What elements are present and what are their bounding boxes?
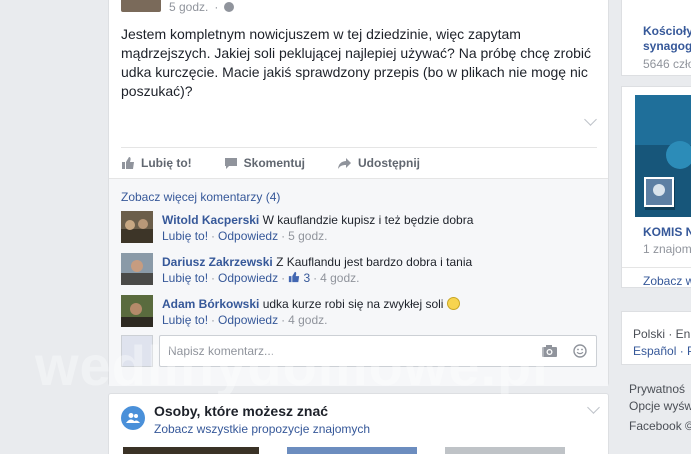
comment-item: Adam Bórkowski udka kurze robi się na zw… [121, 295, 591, 331]
language-card: Polski · En Español · P [621, 311, 691, 365]
comment-reply-link[interactable]: Odpowiedz [218, 271, 278, 285]
comment-like-count[interactable]: 3 [303, 271, 310, 285]
avatar[interactable] [121, 295, 153, 327]
post-timestamp[interactable]: 5 godz. [169, 0, 208, 14]
chevron-down-icon[interactable] [587, 401, 600, 414]
post-card: 5 godz. · Jestem kompletnym nowicjuszem … [108, 0, 609, 386]
comment-item: Dariusz Zakrzewski Z Kauflandu jest bard… [121, 253, 591, 289]
comment-reply-link[interactable]: Odpowiedz [218, 313, 278, 327]
current-user-avatar [121, 335, 153, 367]
emoji-icon[interactable] [573, 344, 587, 358]
globe-icon [224, 2, 235, 12]
comment-like-link[interactable]: Lubię to! [162, 313, 208, 327]
share-button[interactable]: Udostępnij [337, 156, 420, 170]
language-links[interactable]: Polski · En [633, 327, 690, 341]
comment-author[interactable]: Witold Kacperski [162, 213, 259, 227]
sidebar-suggestion-card: Kościoły synagog 5646 czło [621, 0, 691, 76]
author-avatar[interactable] [121, 0, 161, 12]
like-label: Lubię to! [141, 156, 192, 170]
comment-text: udka kurze robi się na zwykłej soli [262, 297, 444, 311]
comment-timestamp[interactable]: 4 godz. [288, 313, 327, 327]
comment-text: W kauflandzie kupisz i też będzie dobra [262, 213, 474, 227]
comment-button[interactable]: Skomentuj [224, 156, 305, 170]
suggestion-card-image[interactable] [287, 447, 417, 454]
page-title-line2[interactable]: synagog [643, 39, 691, 53]
pymk-title: Osoby, które możesz znać [154, 403, 329, 419]
post-text: Jestem kompletnym nowicjuszem w tej dzie… [121, 26, 591, 99]
smile-emoji-icon [446, 297, 460, 310]
comment-author[interactable]: Adam Bórkowski [162, 297, 259, 311]
comment-item: Witold Kacperski W kauflandzie kupisz i … [121, 211, 591, 247]
comment-author[interactable]: Dariusz Zakrzewski [162, 255, 273, 269]
divider [622, 267, 691, 268]
share-icon [338, 157, 351, 169]
footer-link[interactable]: Prywatnoś [629, 382, 685, 396]
separator: · [214, 0, 219, 14]
comment-reply-link[interactable]: Odpowiedz [218, 229, 278, 243]
comment-label: Skomentuj [243, 156, 305, 170]
friends-icon [121, 406, 145, 430]
post-actions: Lubię to! Skomentuj Udostępnij [121, 147, 597, 178]
group-avatar[interactable] [644, 177, 674, 207]
footer-link[interactable]: Opcje wyśw [629, 399, 691, 413]
post-meta: 5 godz. · [121, 0, 235, 14]
comment-like-link[interactable]: Lubię to! [162, 229, 208, 243]
suggestion-card-image[interactable] [123, 447, 259, 454]
avatar[interactable] [121, 253, 153, 285]
page-title[interactable]: Kościoły [643, 24, 691, 38]
people-you-may-know-card: Osoby, które możesz znać Zobacz wszystki… [108, 393, 609, 454]
camera-icon[interactable] [542, 345, 557, 357]
comment-text: Z Kauflandu jest bardzo dobra i tania [276, 255, 473, 269]
group-mutual-friends: 1 znajom [643, 242, 691, 256]
comments-section: Zobacz więcej komentarzy (4) Witold Kacp… [109, 178, 608, 386]
comment-like-link[interactable]: Lubię to! [162, 271, 208, 285]
see-more-comments-link[interactable]: Zobacz więcej komentarzy (4) [121, 190, 280, 204]
like-button[interactable]: Lubię to! [121, 156, 192, 170]
comment-timestamp[interactable]: 5 godz. [288, 229, 327, 243]
avatar[interactable] [121, 211, 153, 243]
chevron-down-icon[interactable] [584, 113, 597, 126]
see-all-suggestions-link[interactable]: Zobacz wszystkie propozycje znajomych [154, 422, 370, 436]
footer-copyright: Facebook © [629, 419, 691, 433]
group-title[interactable]: KOMIS N [643, 225, 691, 239]
suggestion-cards [121, 447, 601, 454]
share-label: Udostępnij [358, 156, 420, 170]
comment-input[interactable] [159, 335, 597, 367]
like-count-icon [288, 271, 300, 283]
sidebar-suggestion-card: KOMIS N 1 znajom Zobacz wsz [621, 86, 691, 288]
thumbs-up-icon [122, 157, 134, 169]
language-links[interactable]: Español · P [633, 344, 691, 358]
comment-timestamp[interactable]: 4 godz. [320, 271, 359, 285]
write-comment-row [121, 335, 597, 367]
suggestion-card-image[interactable] [445, 447, 565, 454]
see-all-link[interactable]: Zobacz wsz [643, 274, 691, 288]
comment-icon [224, 157, 237, 169]
page-members-count: 5646 czło [643, 57, 691, 71]
